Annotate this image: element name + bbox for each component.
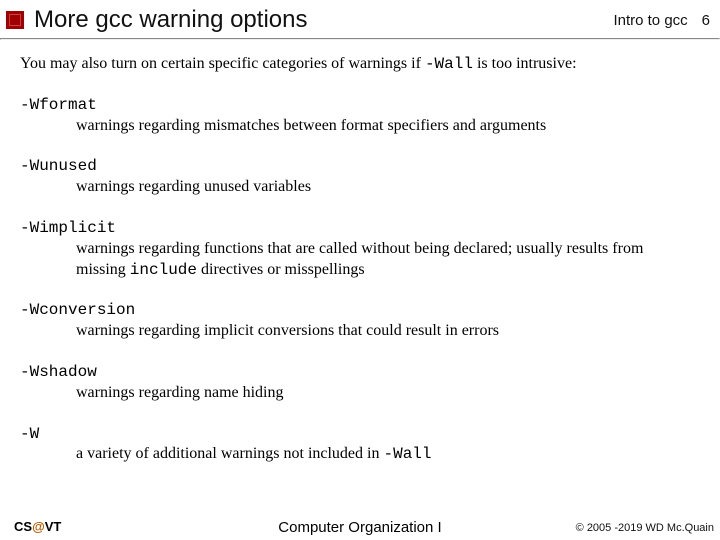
- desc-pre: warnings regarding implicit conversions …: [76, 322, 499, 339]
- intro-pre: You may also turn on certain specific ca…: [20, 55, 425, 72]
- option-desc: a variety of additional warnings not inc…: [20, 444, 680, 465]
- option-flag: -Wshadow: [20, 362, 702, 383]
- option-item: -Wshadow warnings regarding name hiding: [20, 362, 702, 404]
- option-flag: -Wformat: [20, 95, 702, 116]
- intro-code: -Wall: [425, 55, 473, 73]
- course-label: Intro to gcc: [613, 12, 687, 29]
- option-desc: warnings regarding mismatches between fo…: [20, 116, 680, 137]
- intro-post: is too intrusive:: [473, 55, 577, 72]
- desc-pre: a variety of additional warnings not inc…: [76, 445, 383, 462]
- option-item: -Wformat warnings regarding mismatches b…: [20, 95, 702, 137]
- option-desc: warnings regarding implicit conversions …: [20, 321, 680, 342]
- intro-text: You may also turn on certain specific ca…: [20, 54, 702, 75]
- option-desc: warnings regarding unused variables: [20, 177, 680, 198]
- header-right: Intro to gcc 6: [613, 12, 710, 29]
- option-item: -Wconversion warnings regarding implicit…: [20, 300, 702, 342]
- slide-footer: CS@VT Computer Organization I © 2005 -20…: [0, 519, 720, 534]
- page-number: 6: [702, 12, 710, 29]
- footer-right: © 2005 -2019 WD Mc.Quain: [576, 522, 714, 534]
- option-flag: -Wconversion: [20, 300, 702, 321]
- desc-pre: warnings regarding unused variables: [76, 178, 311, 195]
- option-flag: -W: [20, 424, 702, 445]
- slide-header: More gcc warning options Intro to gcc 6: [0, 0, 720, 38]
- option-flag: -Wimplicit: [20, 218, 702, 239]
- slide-body: You may also turn on certain specific ca…: [0, 40, 720, 465]
- desc-pre: warnings regarding name hiding: [76, 384, 284, 401]
- option-item: -Wunused warnings regarding unused varia…: [20, 156, 702, 198]
- option-item: -Wimplicit warnings regarding functions …: [20, 218, 702, 280]
- desc-pre: warnings regarding mismatches between fo…: [76, 117, 546, 134]
- option-desc: warnings regarding name hiding: [20, 383, 680, 404]
- option-item: -W a variety of additional warnings not …: [20, 424, 702, 466]
- option-desc: warnings regarding functions that are ca…: [20, 239, 680, 281]
- option-flag: -Wunused: [20, 156, 702, 177]
- desc-code: -Wall: [383, 445, 431, 463]
- desc-post: directives or misspellings: [197, 261, 365, 278]
- title-bullet-icon: [6, 11, 24, 29]
- desc-code: include: [130, 261, 197, 279]
- slide-title: More gcc warning options: [34, 6, 613, 34]
